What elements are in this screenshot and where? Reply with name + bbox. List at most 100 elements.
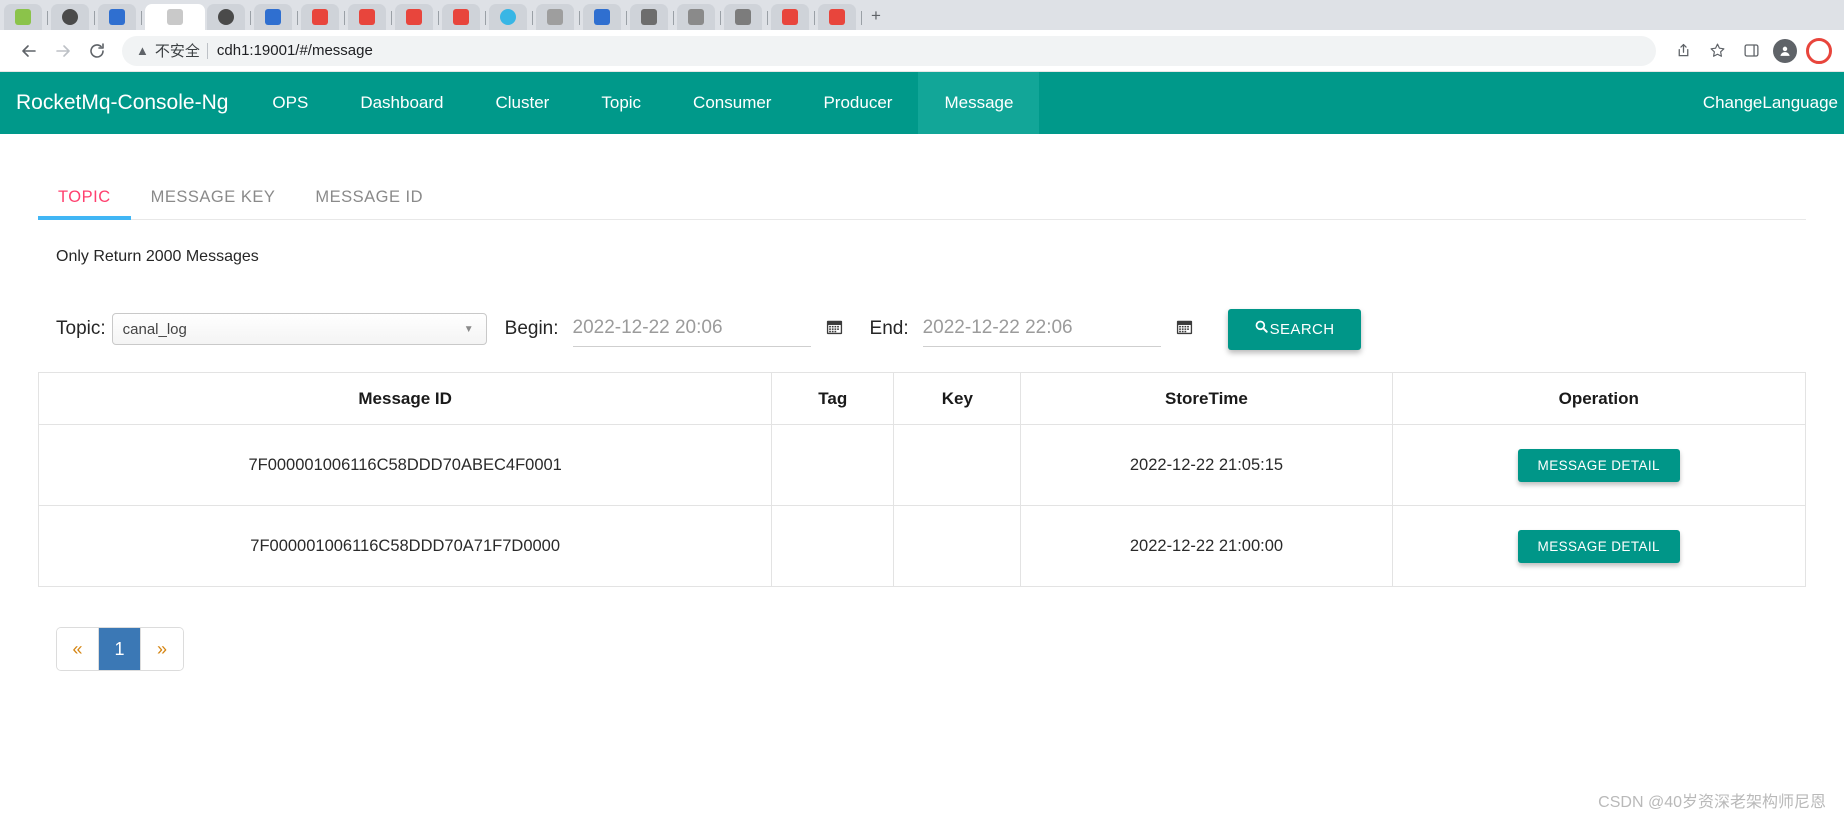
table-row: 7F000001006116C58DDD70ABEC4F0001 2022-12…: [37, 424, 1806, 506]
tab-favicon-icon: [167, 9, 183, 25]
browser-tab[interactable]: [254, 4, 292, 30]
tab-divider: [861, 11, 862, 25]
calendar-icon[interactable]: [1175, 317, 1194, 342]
topic-label: Topic:: [56, 318, 106, 339]
table-row: 7F000001006116C58DDD70A71F7D0000 2022-12…: [37, 505, 1806, 587]
tab-divider: [344, 11, 345, 25]
nav-item-consumer[interactable]: Consumer: [667, 72, 797, 134]
tab-favicon-icon: [218, 9, 234, 25]
change-language-button[interactable]: ChangeLanguage: [1703, 72, 1844, 134]
tab-favicon-icon: [62, 9, 78, 25]
browser-tab[interactable]: [395, 4, 433, 30]
app-window: + ▲ 不安全 cdh1:19001/#/message RocketMq-Co…: [0, 0, 1844, 826]
tab-divider: [767, 11, 768, 25]
tab-divider: [250, 11, 251, 25]
browser-tab[interactable]: [207, 4, 245, 30]
app-brand[interactable]: RocketMq-Console-Ng: [0, 72, 246, 134]
message-table: Message ID Tag Key StoreTime Operation 7…: [37, 372, 1806, 587]
pagination-page-1[interactable]: 1: [99, 628, 141, 670]
nav-item-producer[interactable]: Producer: [797, 72, 918, 134]
table-head: Message ID Tag Key StoreTime Operation: [37, 372, 1806, 425]
message-detail-button[interactable]: MESSAGE DETAIL: [1517, 448, 1680, 482]
tab-divider: [485, 11, 486, 25]
browser-tab-active[interactable]: [145, 4, 205, 30]
message-detail-button[interactable]: MESSAGE DETAIL: [1517, 529, 1680, 563]
share-icon[interactable]: [1668, 36, 1698, 66]
tab-message-key[interactable]: MESSAGE KEY: [131, 188, 296, 219]
browser-tab[interactable]: [583, 4, 621, 30]
new-tab-button[interactable]: +: [871, 6, 881, 26]
pagination-prev-button[interactable]: «: [57, 628, 99, 670]
watermark: CSDN @40岁资深老架构师尼恩: [1598, 794, 1826, 811]
star-icon[interactable]: [1702, 36, 1732, 66]
profile-avatar-icon[interactable]: [1770, 36, 1800, 66]
browser-tab[interactable]: [98, 4, 136, 30]
col-header-message-id: Message ID: [37, 372, 773, 425]
tab-divider: [579, 11, 580, 25]
tab-favicon-icon: [594, 9, 610, 25]
col-header-operation: Operation: [1391, 372, 1806, 425]
tab-divider: [626, 11, 627, 25]
browser-tab[interactable]: [4, 4, 42, 30]
pagination: « 1 »: [56, 627, 184, 671]
begin-date-input[interactable]: 2022-12-22 20:06: [572, 311, 811, 347]
toolbar-icon-group: [1664, 36, 1832, 66]
tab-favicon-icon: [15, 9, 31, 25]
forward-button[interactable]: [46, 34, 80, 68]
browser-tab[interactable]: [771, 4, 809, 30]
back-button[interactable]: [12, 34, 46, 68]
browser-tab[interactable]: [677, 4, 715, 30]
tab-favicon-icon: [782, 9, 798, 25]
cell-tag: [771, 424, 895, 506]
tab-divider: [391, 11, 392, 25]
nav-item-message[interactable]: Message: [918, 72, 1040, 134]
search-mode-tabbar: TOPIC MESSAGE KEY MESSAGE ID: [38, 176, 1806, 220]
chevron-down-icon: ▼: [463, 323, 474, 335]
nav-item-dashboard[interactable]: Dashboard: [334, 72, 469, 134]
browser-tab[interactable]: [536, 4, 574, 30]
browser-toolbar: ▲ 不安全 cdh1:19001/#/message: [0, 30, 1844, 72]
browser-tab[interactable]: [724, 4, 762, 30]
tab-divider: [673, 11, 674, 25]
browser-tab[interactable]: [818, 4, 856, 30]
sidepanel-icon[interactable]: [1736, 36, 1766, 66]
nav-item-topic[interactable]: Topic: [575, 72, 667, 134]
tab-divider: [814, 11, 815, 25]
browser-tab[interactable]: [442, 4, 480, 30]
topic-select[interactable]: canal_log ▼: [111, 313, 487, 345]
tab-topic[interactable]: TOPIC: [38, 188, 131, 220]
url-divider: [206, 42, 208, 59]
cell-key: [893, 505, 1022, 587]
tab-favicon-icon: [406, 9, 422, 25]
reload-button[interactable]: [80, 34, 114, 68]
extension-indicator-icon[interactable]: [1806, 37, 1832, 64]
calendar-icon[interactable]: [825, 317, 844, 342]
app-navbar: RocketMq-Console-Ng OPS Dashboard Cluste…: [0, 72, 1844, 134]
tab-favicon-icon: [500, 9, 516, 25]
tab-favicon-icon: [265, 9, 281, 25]
end-label: End:: [869, 318, 909, 339]
col-header-key: Key: [893, 372, 1022, 425]
tab-message-id[interactable]: MESSAGE ID: [295, 188, 443, 219]
browser-tab[interactable]: [348, 4, 386, 30]
warning-triangle-icon: ▲: [136, 43, 149, 58]
search-button[interactable]: SEARCH: [1227, 308, 1361, 350]
end-date-value: 2022-12-22 22:06: [922, 316, 1073, 338]
search-button-label: SEARCH: [1269, 320, 1335, 338]
browser-tab[interactable]: [489, 4, 527, 30]
tab-divider: [94, 11, 95, 25]
browser-tab-strip[interactable]: +: [0, 0, 1844, 30]
browser-tab[interactable]: [630, 4, 668, 30]
nav-item-ops[interactable]: OPS: [246, 72, 334, 134]
tab-favicon-icon: [453, 9, 469, 25]
end-date-input[interactable]: 2022-12-22 22:06: [922, 311, 1161, 347]
browser-tab[interactable]: [301, 4, 339, 30]
tab-divider: [297, 11, 298, 25]
browser-tab[interactable]: [51, 4, 89, 30]
address-bar[interactable]: ▲ 不安全 cdh1:19001/#/message: [122, 35, 1656, 66]
pagination-next-button[interactable]: »: [141, 628, 183, 670]
nav-item-cluster[interactable]: Cluster: [470, 72, 576, 134]
cell-key: [893, 424, 1022, 506]
search-form: Topic: canal_log ▼ Begin: 2022-12-22 20:…: [38, 308, 1806, 350]
